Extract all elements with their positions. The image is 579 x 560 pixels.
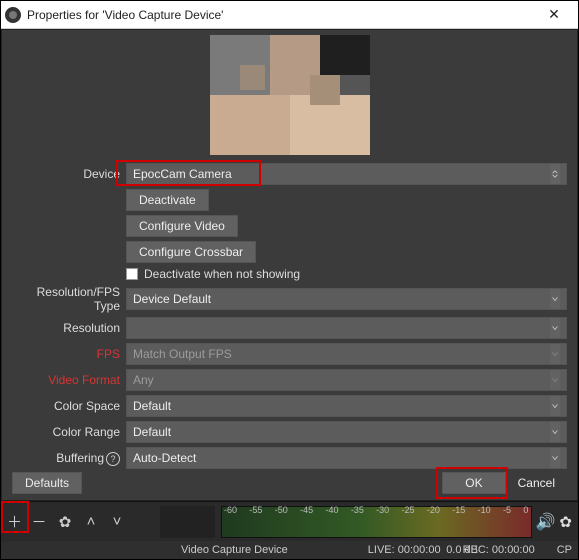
obs-lower-strip: ＋ － ✿ ˄ ˅ -60-55-50-45-40-35-30-25-20-15… (1, 501, 578, 541)
preview-area (12, 35, 567, 163)
resolution-select[interactable] (126, 317, 567, 339)
label-device: Device (12, 167, 120, 181)
label-colorspace: Color Space (12, 399, 120, 413)
resfpstype-select[interactable]: Device Default (126, 288, 567, 310)
chevron-down-icon (550, 344, 560, 364)
colorrange-value: Default (133, 425, 171, 439)
row-colorrange: Color Range Default (12, 421, 567, 443)
deactivate-not-showing-label: Deactivate when not showing (144, 267, 300, 281)
colorrange-select[interactable]: Default (126, 421, 567, 443)
colorspace-select[interactable]: Default (126, 395, 567, 417)
titlebar: Properties for 'Video Capture Device' ✕ (1, 1, 578, 29)
resfpstype-value: Device Default (133, 292, 211, 306)
audio-settings-gear-icon[interactable]: ✿ (559, 513, 572, 531)
row-configure-crossbar: Configure Crossbar (126, 241, 567, 263)
form-area: Device EpocCam Camera Deactivate Configu… (12, 163, 567, 469)
label-fps: FPS (12, 347, 120, 361)
fps-value: Match Output FPS (133, 347, 232, 361)
help-icon[interactable]: ? (106, 452, 120, 466)
move-up-button[interactable]: ˄ (82, 513, 100, 530)
row-configure-video: Configure Video (126, 215, 567, 237)
configure-video-button[interactable]: Configure Video (126, 215, 238, 237)
status-bar: Video Capture Device 0.0 dB LIVE: 00:00:… (1, 541, 578, 559)
label-resfpstype: Resolution/FPS Type (12, 285, 120, 313)
chevron-down-icon (550, 422, 560, 442)
buffering-value: Auto-Detect (133, 451, 196, 465)
highlight-device (116, 160, 261, 186)
label-colorrange: Color Range (12, 425, 120, 439)
close-button[interactable]: ✕ (534, 6, 574, 23)
videoformat-value: Any (133, 373, 154, 387)
row-buffering: Buffering? Auto-Detect (12, 447, 567, 469)
fps-select[interactable]: Match Output FPS (126, 343, 567, 365)
source-settings-button[interactable]: ✿ (56, 513, 74, 531)
deactivate-not-showing-checkbox[interactable] (126, 268, 138, 280)
updown-icon (550, 164, 560, 184)
video-preview (210, 35, 370, 155)
deactivate-button[interactable]: Deactivate (126, 189, 209, 211)
obs-logo-icon (5, 7, 21, 23)
status-live: LIVE: 00:00:00 (368, 544, 441, 556)
chevron-down-icon (550, 289, 560, 309)
source-thumbnail (160, 506, 215, 538)
row-resfpstype: Resolution/FPS Type Device Default (12, 285, 567, 313)
row-videoformat: Video Format Any (12, 369, 567, 391)
row-deactivate: Deactivate (126, 189, 567, 211)
meter-ticks: -60-55-50-45-40-35-30-25-20-15-10-50 (222, 505, 530, 515)
move-down-button[interactable]: ˅ (108, 513, 126, 530)
chevron-down-icon (550, 396, 560, 416)
label-resolution: Resolution (12, 321, 120, 335)
row-device: Device EpocCam Camera (12, 163, 567, 185)
properties-dialog: Device EpocCam Camera Deactivate Configu… (1, 29, 578, 501)
label-buffering: Buffering? (12, 451, 120, 466)
audio-meter: -60-55-50-45-40-35-30-25-20-15-10-50 (221, 506, 531, 538)
cancel-button[interactable]: Cancel (506, 472, 567, 494)
dialog-button-bar: Defaults OK Cancel (12, 472, 567, 494)
configure-crossbar-button[interactable]: Configure Crossbar (126, 241, 256, 263)
row-deactivate-not-showing: Deactivate when not showing (126, 267, 567, 281)
highlight-add-source (1, 501, 29, 533)
colorspace-value: Default (133, 399, 171, 413)
row-fps: FPS Match Output FPS (12, 343, 567, 365)
videoformat-select[interactable]: Any (126, 369, 567, 391)
defaults-button[interactable]: Defaults (12, 472, 82, 494)
label-videoformat: Video Format (12, 373, 120, 387)
remove-source-button[interactable]: － (30, 511, 48, 532)
row-colorspace: Color Space Default (12, 395, 567, 417)
buffering-select[interactable]: Auto-Detect (126, 447, 567, 469)
window-title: Properties for 'Video Capture Device' (27, 8, 223, 22)
speaker-icon[interactable]: 🔊 (536, 512, 556, 532)
row-resolution: Resolution (12, 317, 567, 339)
status-db: 0.0 dB (446, 544, 478, 556)
chevron-down-icon (550, 318, 560, 338)
status-cpu: CP (557, 544, 572, 556)
chevron-down-icon (550, 448, 560, 468)
status-source-name: Video Capture Device (181, 544, 288, 556)
highlight-ok (436, 467, 508, 499)
chevron-down-icon (550, 370, 560, 390)
